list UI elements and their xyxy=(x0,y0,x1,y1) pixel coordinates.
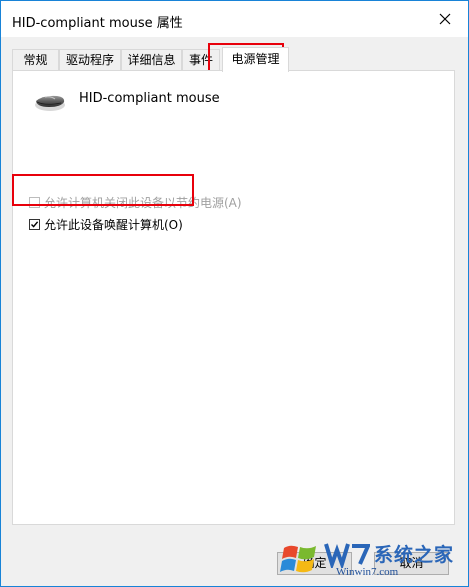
tab-details[interactable]: 详细信息 xyxy=(121,49,182,70)
window-title: HID-compliant mouse 属性 xyxy=(12,16,183,31)
dialog-body: 常规 驱动程序 详细信息 事件 电源管理 HID-compliant mouse… xyxy=(1,37,468,586)
properties-dialog: HID-compliant mouse 属性 常规 驱动程序 详细信息 事件 电… xyxy=(0,0,469,587)
checkmark-icon xyxy=(31,220,39,228)
wake-checkbox[interactable] xyxy=(29,218,40,230)
power-management-panel: HID-compliant mouse 允许计算机关闭此设备以节约电源(A) 允… xyxy=(12,70,455,525)
windows-logo-icon xyxy=(280,545,316,573)
watermark-site-name: 系统之家 xyxy=(374,544,455,566)
device-name: HID-compliant mouse xyxy=(79,91,220,106)
title-bar[interactable]: HID-compliant mouse 属性 xyxy=(1,1,468,37)
tab-strip: 常规 驱动程序 详细信息 事件 电源管理 xyxy=(12,47,457,72)
option-allow-wake[interactable]: 允许此设备唤醒计算机(O) xyxy=(29,215,183,233)
power-off-checkbox[interactable] xyxy=(29,196,40,208)
power-off-label: 允许计算机关闭此设备以节约电源(A) xyxy=(44,195,242,210)
tab-general[interactable]: 常规 xyxy=(12,49,59,70)
wake-label: 允许此设备唤醒计算机(O) xyxy=(44,217,183,232)
close-button[interactable] xyxy=(422,1,468,37)
mouse-icon xyxy=(35,95,65,111)
watermark: 系统之家 Winwin7.com xyxy=(276,536,466,584)
tab-events[interactable]: 事件 xyxy=(182,49,220,70)
tab-power-management[interactable]: 电源管理 xyxy=(222,47,289,72)
logo-wordmark-icon xyxy=(324,543,370,568)
tab-driver[interactable]: 驱动程序 xyxy=(59,49,121,70)
watermark-site-url: Winwin7.com xyxy=(336,566,399,578)
close-icon xyxy=(439,13,451,25)
option-allow-power-off[interactable]: 允许计算机关闭此设备以节约电源(A) xyxy=(29,193,242,211)
